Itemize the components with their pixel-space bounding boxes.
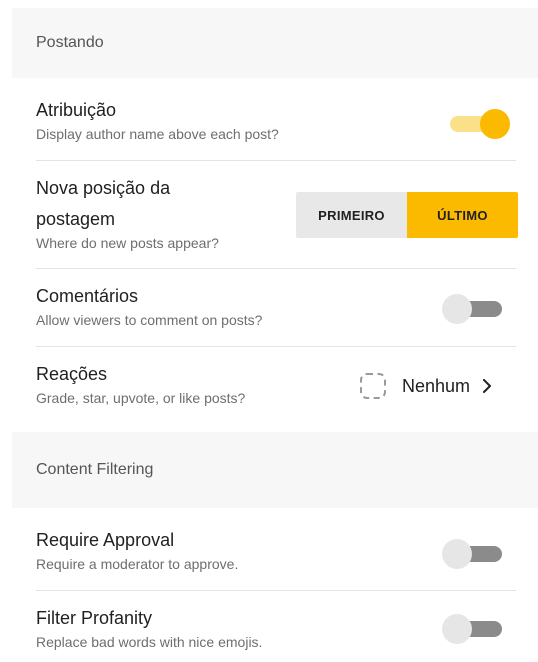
toggle-thumb <box>442 294 472 324</box>
filter-profanity-toggle[interactable] <box>442 612 506 644</box>
toggle-thumb <box>480 109 510 139</box>
reactions-value: Nenhum <box>402 375 471 396</box>
section-header-filtering: Content Filtering <box>12 432 538 508</box>
section-header-posting: Postando <box>12 8 538 78</box>
require-approval-toggle[interactable] <box>442 537 506 569</box>
new-post-position-segmented-control: PRIMEIRO ÚLTIMO <box>296 192 518 238</box>
dashed-square-icon <box>360 373 386 399</box>
chevron-right-icon <box>483 379 492 393</box>
comments-toggle[interactable] <box>442 292 506 324</box>
toggle-thumb <box>442 614 472 644</box>
segment-last[interactable]: ÚLTIMO <box>407 192 518 238</box>
attribution-toggle[interactable] <box>446 107 510 139</box>
section-title-posting: Postando <box>36 34 104 51</box>
attribution-subtitle: Display author name above each post? <box>36 126 279 142</box>
attribution-title: Atribuição <box>36 100 117 120</box>
toggle-thumb <box>442 539 472 569</box>
setting-row-attribution: Atribuição Display author name above eac… <box>36 98 516 161</box>
segment-first[interactable]: PRIMEIRO <box>296 192 407 238</box>
settings-page: Postando Atribuição Display author name … <box>0 0 538 662</box>
section-title-filtering: Content Filtering <box>36 461 154 478</box>
reactions-selector[interactable]: Nenhum <box>360 373 492 399</box>
